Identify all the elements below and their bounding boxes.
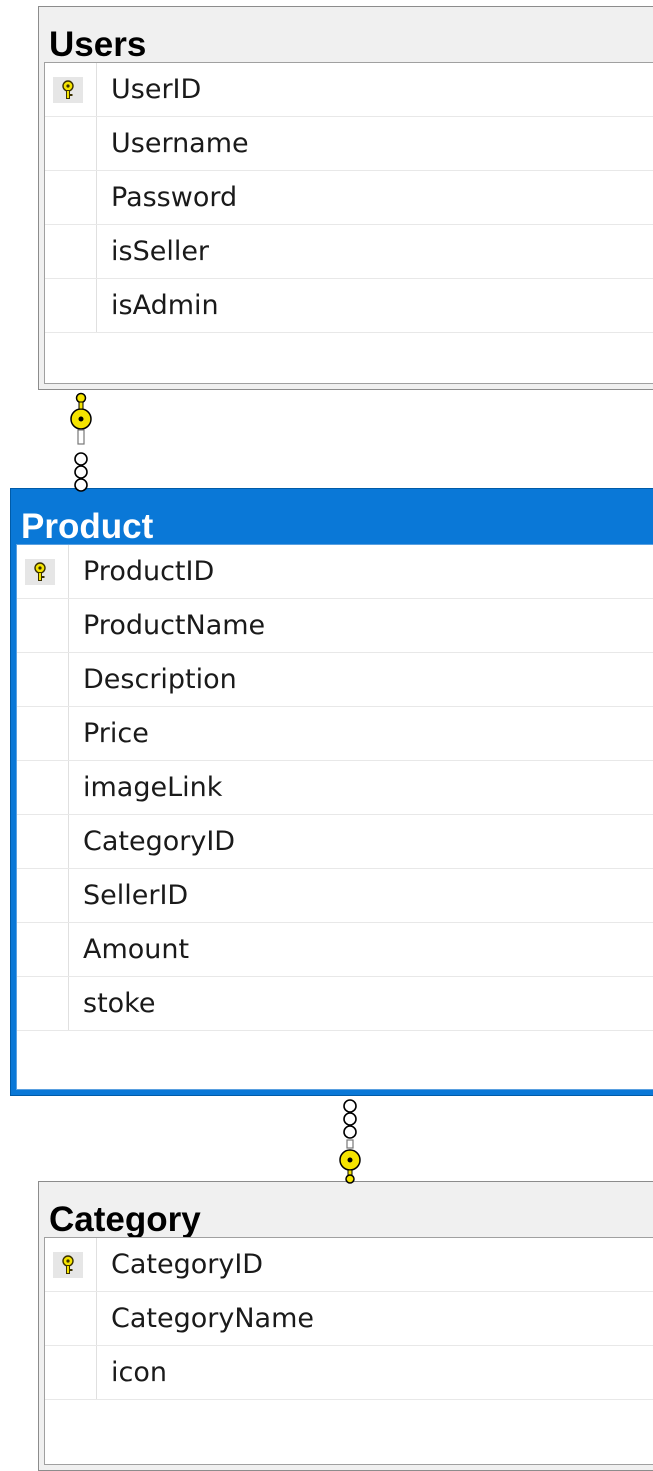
key-icon <box>339 1139 361 1184</box>
infinity-icon <box>343 1099 357 1139</box>
users-product-relationship[interactable] <box>70 392 92 492</box>
key-icon <box>70 392 92 445</box>
relationship-lines <box>70 392 361 1184</box>
category-product-relationship[interactable] <box>339 1099 361 1184</box>
infinity-icon <box>74 452 88 492</box>
